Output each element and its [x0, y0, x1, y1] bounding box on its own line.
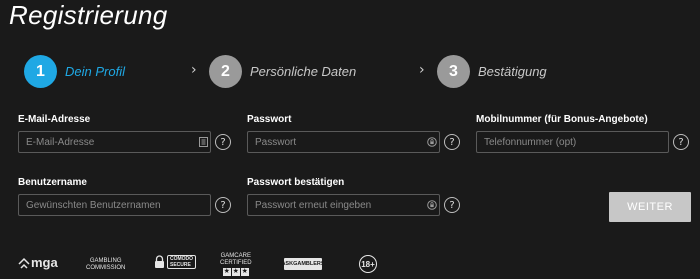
mobile-label: Mobilnummer (für Bonus-Angebote) [476, 114, 648, 125]
username-label: Benutzername [18, 177, 87, 188]
password-help-icon[interactable]: ? [444, 134, 460, 150]
star-icon: ★ [231, 268, 240, 276]
submit-button[interactable]: WEITER [609, 192, 691, 222]
password-confirm-label: Passwort bestätigen [247, 177, 345, 188]
mga-text: mga [31, 255, 58, 270]
mobile-help-icon[interactable]: ? [673, 134, 689, 150]
chevron-right-icon: › [419, 62, 425, 78]
email-field[interactable] [18, 131, 211, 153]
chevron-right-icon: › [191, 62, 197, 78]
mga-mark-icon [18, 257, 30, 269]
padlock-icon [155, 255, 164, 268]
star-icon: ★ [240, 268, 249, 276]
step-profile: 1 Dein Profil [24, 55, 125, 88]
contact-card-icon [198, 137, 208, 147]
gamcare-text: GAMCARE [220, 253, 251, 259]
username-help-icon[interactable]: ? [215, 197, 231, 213]
step-label: Dein Profil [65, 64, 125, 79]
password-field[interactable] [247, 131, 440, 153]
mobile-field[interactable] [476, 131, 669, 153]
step-number: 2 [209, 55, 242, 88]
star-icon: ★ [222, 268, 231, 276]
step-confirmation: 3 Bestätigung [437, 55, 547, 88]
comodo-secure-logo: COMODO SECURE [154, 255, 197, 269]
email-label: E-Mail-Adresse [18, 114, 91, 125]
gamcare-logo: GAMCARE CERTIFIED ★ ★ ★ [220, 253, 252, 276]
askgamblers-logo: ASKGAMBLERS [281, 258, 325, 270]
step-personal-data: 2 Persönliche Daten [209, 55, 356, 88]
email-help-icon[interactable]: ? [215, 134, 231, 150]
gamcare-stars: ★ ★ ★ [220, 268, 252, 276]
mga-logo: mga [18, 255, 58, 270]
page-title: Registrierung [9, 0, 168, 30]
password-confirm-help-icon[interactable]: ? [444, 197, 460, 213]
step-number: 1 [24, 55, 57, 88]
username-field[interactable] [18, 194, 211, 216]
password-label: Passwort [247, 114, 292, 125]
gamcare-text: CERTIFIED [220, 260, 252, 266]
password-confirm-field[interactable] [247, 194, 440, 216]
step-label: Bestätigung [478, 64, 547, 79]
lock-icon [427, 137, 437, 147]
askgamblers-text: ASKGAMBLERS [281, 261, 325, 267]
comodo-text: SECURE [170, 262, 191, 268]
step-number: 3 [437, 55, 470, 88]
gambling-commission-text: COMMISSION [86, 265, 126, 271]
lock-icon [427, 200, 437, 210]
gambling-commission-text: GAMBLING [89, 258, 122, 264]
age-restriction-text: 18+ [361, 259, 375, 269]
age-restriction-icon: 18+ [359, 255, 377, 273]
step-label: Persönliche Daten [250, 64, 357, 79]
gambling-commission-logo: GAMBLING COMMISSION [86, 258, 125, 272]
